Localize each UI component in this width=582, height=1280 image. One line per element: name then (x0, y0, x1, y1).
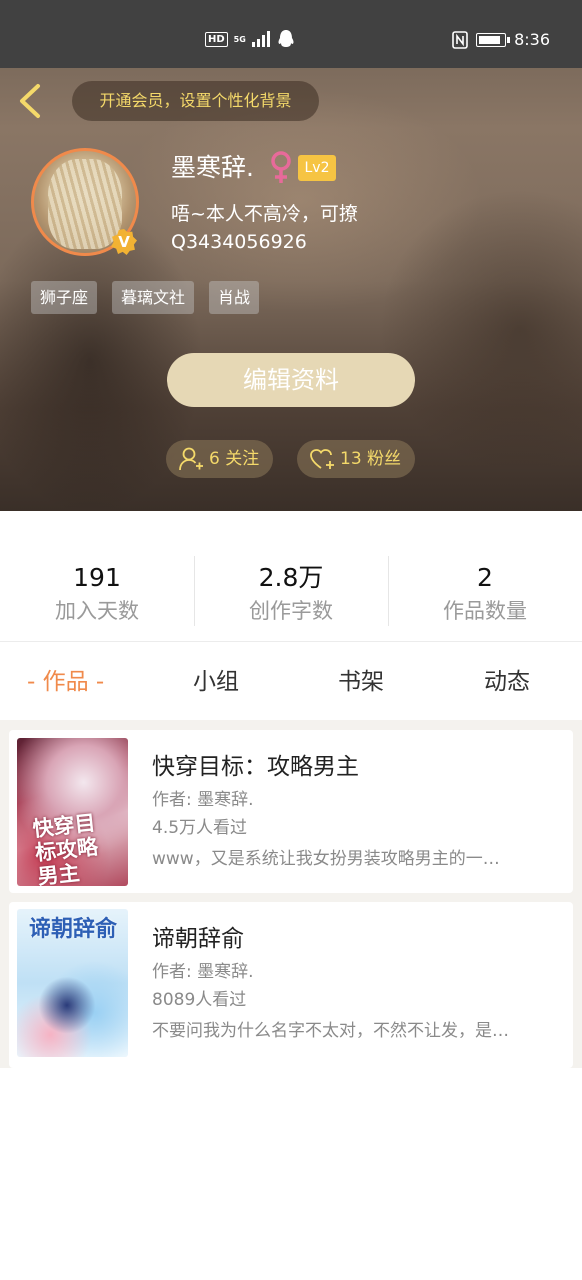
book-title: 谛朝辞俞 (152, 926, 244, 952)
fans-button[interactable]: 13 粉丝 (297, 440, 415, 478)
book-description: www，又是系统让我女扮男装攻略男主的一… (152, 849, 500, 869)
tab-bookshelf[interactable]: 书架 (338, 655, 384, 710)
work-card[interactable]: 谛朝辞俞 谛朝辞俞 作者: 墨寒辞. 8089人看过 不要问我为什么名字不太对，… (9, 902, 573, 1068)
divider (0, 641, 582, 642)
fans-label: 13 粉丝 (340, 449, 402, 469)
edit-profile-button[interactable]: 编辑资料 (167, 353, 415, 407)
avatar-image (48, 159, 122, 249)
tag-list: 狮子座 暮璃文社 肖战 (31, 281, 260, 314)
vip-banner-button[interactable]: 开通会员，设置个性化背景 (72, 81, 319, 121)
tab-bar: - 作品 - 小组 书架 动态 (0, 655, 582, 710)
stat-label: 创作字数 (249, 599, 333, 623)
status-bar: HD 5G 8:36 (0, 0, 582, 68)
stat-label: 加入天数 (55, 599, 139, 623)
avatar[interactable]: V (31, 148, 139, 256)
work-card[interactable]: 快穿目标攻略男主 快穿目标：攻略男主 作者: 墨寒辞. 4.5万人看过 www，… (9, 730, 573, 893)
battery-icon (476, 32, 511, 47)
book-cover[interactable]: 快穿目标攻略男主 (17, 738, 128, 886)
stat-value: 2 (477, 563, 493, 592)
following-label: 6 关注 (209, 449, 260, 469)
battery-fill (479, 35, 501, 44)
stat-days: 191 加入天数 (0, 548, 194, 640)
female-gender-icon (271, 151, 291, 183)
tab-works[interactable]: - 作品 - (27, 655, 104, 710)
status-bar-right: 8:36 (452, 30, 550, 49)
cover-title: 谛朝辞俞 (29, 916, 118, 942)
signal-icon (251, 31, 270, 47)
book-views: 4.5万人看过 (152, 818, 248, 838)
qq-penguin-icon (278, 30, 294, 47)
status-bar-center: HD 5G (205, 30, 294, 48)
tag-item[interactable]: 狮子座 (31, 281, 98, 314)
following-button[interactable]: 6 关注 (166, 440, 273, 478)
stat-words: 2.8万 创作字数 (194, 548, 388, 640)
tab-activity[interactable]: 动态 (484, 655, 530, 710)
nickname: 墨寒辞. (171, 153, 254, 182)
stat-label: 作品数量 (443, 599, 527, 623)
tag-item[interactable]: 暮璃文社 (112, 281, 195, 314)
stat-works: 2 作品数量 (388, 548, 582, 640)
profile-header: HD 5G 8:36 开通会员，设置个性化背景 V 墨寒辞. Lv2 唔~本人不… (0, 0, 582, 511)
5g-badge: 5G (233, 34, 246, 44)
book-description: 不要问我为什么名字不太对，不然不让发，是… (152, 1021, 509, 1041)
back-arrow-icon[interactable] (14, 82, 48, 120)
clock: 8:36 (514, 30, 550, 49)
book-title: 快穿目标：攻略男主 (152, 754, 359, 780)
nfc-icon (452, 30, 468, 49)
book-cover[interactable]: 谛朝辞俞 (17, 909, 128, 1057)
tab-groups[interactable]: 小组 (193, 655, 239, 710)
hd-badge: HD (205, 31, 228, 47)
heart-plus-icon (310, 449, 334, 469)
works-list: 快穿目标攻略男主 快穿目标：攻略男主 作者: 墨寒辞. 4.5万人看过 www，… (0, 720, 582, 1068)
book-author: 作者: 墨寒辞. (152, 790, 254, 810)
book-author: 作者: 墨寒辞. (152, 962, 254, 982)
stats-row: 191 加入天数 2.8万 创作字数 2 作品数量 (0, 548, 582, 640)
stat-value: 2.8万 (258, 563, 324, 592)
stat-value: 191 (73, 563, 121, 592)
bio-text: 唔~本人不高冷，可撩 (171, 203, 358, 225)
qq-number: Q3434056926 (171, 231, 307, 253)
tag-item[interactable]: 肖战 (209, 281, 260, 314)
cover-title: 快穿目标攻略男主 (31, 809, 100, 886)
level-badge: Lv2 (298, 155, 336, 181)
book-views: 8089人看过 (152, 990, 247, 1010)
add-user-icon (179, 447, 203, 471)
